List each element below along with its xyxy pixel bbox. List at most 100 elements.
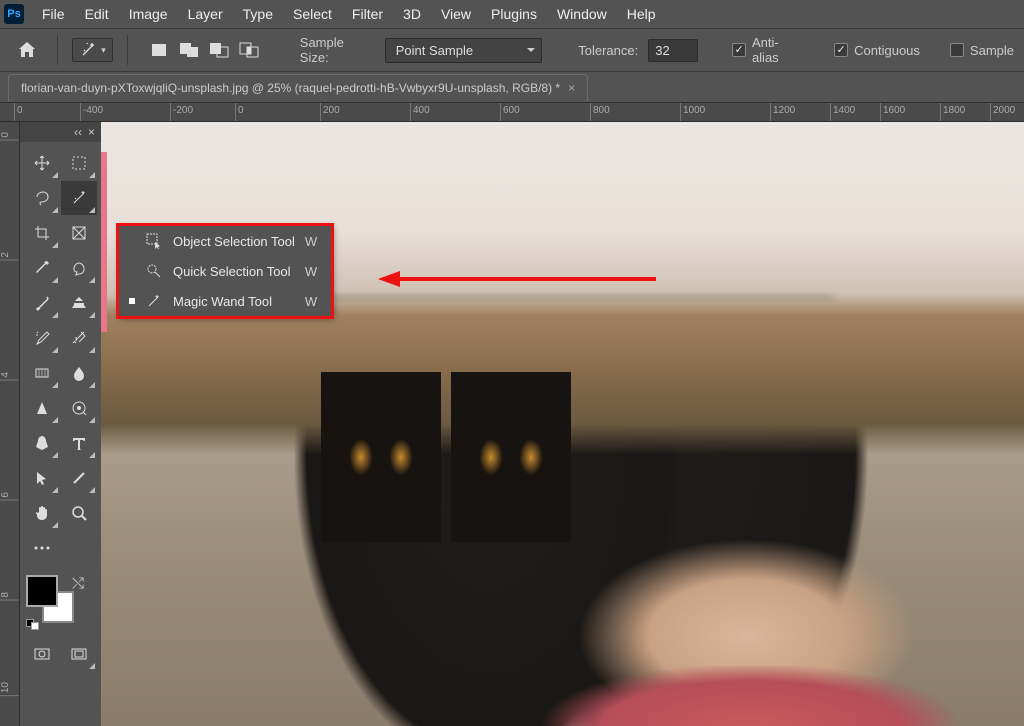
close-icon[interactable]: ×	[568, 81, 575, 95]
menu-3d[interactable]: 3D	[393, 2, 431, 26]
tool-brush[interactable]	[24, 286, 60, 320]
flyout-object-selection[interactable]: Object Selection Tool W	[119, 226, 331, 256]
flyout-shortcut: W	[305, 264, 317, 279]
quick-selection-icon	[145, 262, 163, 280]
tool-marquee[interactable]	[61, 146, 97, 180]
ruler-tick: 1800	[940, 103, 965, 121]
divider	[127, 35, 128, 65]
tolerance-input[interactable]	[648, 39, 698, 62]
workspace: 0 2 4 6 8 10 ‹‹ ×	[0, 122, 1024, 726]
ruler-tick: 0	[0, 132, 19, 141]
menu-select[interactable]: Select	[283, 2, 342, 26]
ruler-tick: 200	[320, 103, 340, 121]
foreground-color[interactable]	[26, 575, 58, 607]
tool-hand[interactable]	[24, 496, 60, 530]
menu-window[interactable]: Window	[547, 2, 617, 26]
menu-plugins[interactable]: Plugins	[481, 2, 547, 26]
sample-all-check[interactable]: Sample	[950, 43, 1014, 58]
tool-line[interactable]	[61, 461, 97, 495]
tool-magic-wand[interactable]	[61, 181, 97, 215]
ruler-tick: 4	[0, 372, 19, 381]
tools-panel-header: ‹‹ ×	[20, 122, 101, 142]
tool-lasso[interactable]	[24, 181, 60, 215]
collapse-icon[interactable]: ‹‹	[74, 125, 82, 139]
menu-file[interactable]: File	[32, 2, 75, 26]
tool-path-select[interactable]	[24, 461, 60, 495]
doc-tab-row: florian-van-duyn-pXToxwjqliQ-unsplash.jp…	[0, 72, 1024, 102]
swap-colors-icon[interactable]: ⤭	[72, 575, 84, 592]
contiguous-label: Contiguous	[854, 43, 920, 58]
canvas-area[interactable]	[101, 122, 1024, 726]
tool-screenmode[interactable]	[61, 637, 97, 671]
anti-alias-label: Anti-alias	[752, 35, 804, 65]
ruler-tick: 600	[500, 103, 520, 121]
active-tool-icon[interactable]: ▾	[72, 38, 113, 62]
ruler-tick: 0	[14, 103, 23, 121]
sample-all-label: Sample	[970, 43, 1014, 58]
ruler-tick: 2	[0, 252, 19, 261]
sample-size-value: Point Sample	[396, 43, 473, 58]
divider	[57, 35, 58, 65]
tool-gradient[interactable]	[24, 356, 60, 390]
menu-view[interactable]: View	[431, 2, 481, 26]
tool-dodge[interactable]	[24, 391, 60, 425]
anti-alias-check[interactable]: Anti-alias	[732, 35, 804, 65]
mode-add[interactable]	[178, 40, 200, 60]
sample-size-label: Sample Size:	[300, 35, 375, 65]
ruler-tick: 8	[0, 592, 19, 601]
tool-pen[interactable]	[61, 391, 97, 425]
tool-history-brush[interactable]	[24, 321, 60, 355]
tool-move[interactable]	[24, 146, 60, 180]
default-colors-icon[interactable]	[26, 619, 42, 627]
ruler-tick: -400	[80, 103, 103, 121]
mode-subtract[interactable]	[208, 40, 230, 60]
tool-blur[interactable]	[61, 356, 97, 390]
tool-crop[interactable]	[24, 216, 60, 250]
menu-filter[interactable]: Filter	[342, 2, 393, 26]
ruler-tick: 0	[235, 103, 244, 121]
contiguous-check[interactable]: Contiguous	[834, 43, 920, 58]
menu-edit[interactable]: Edit	[75, 2, 119, 26]
sample-size-select[interactable]: Point Sample	[385, 38, 542, 63]
magic-wand-icon	[145, 292, 163, 310]
color-swatches[interactable]: ⤭	[26, 575, 86, 627]
flyout-label: Object Selection Tool	[173, 234, 295, 249]
checkbox-icon	[834, 43, 848, 57]
tool-type[interactable]	[61, 426, 97, 460]
ruler-tick: -200	[170, 103, 193, 121]
menu-image[interactable]: Image	[119, 2, 178, 26]
tool-path[interactable]	[24, 426, 60, 460]
tool-eyedropper[interactable]	[24, 251, 60, 285]
tool-frame[interactable]	[61, 216, 97, 250]
ruler-tick: 400	[410, 103, 430, 121]
menu-type[interactable]: Type	[233, 2, 283, 26]
document-title: florian-van-duyn-pXToxwjqliQ-unsplash.jp…	[21, 81, 560, 95]
flyout-magic-wand[interactable]: Magic Wand Tool W	[119, 286, 331, 316]
tools-panel: ‹‹ ×	[20, 122, 101, 726]
flyout-shortcut: W	[305, 234, 317, 249]
tool-zoom[interactable]	[61, 496, 97, 530]
tool-clone-stamp[interactable]	[61, 286, 97, 320]
document-image	[101, 122, 1024, 726]
app-logo: Ps	[4, 4, 24, 24]
menu-bar: Ps File Edit Image Layer Type Select Fil…	[0, 0, 1024, 28]
tool-more[interactable]	[24, 531, 60, 565]
document-tab[interactable]: florian-van-duyn-pXToxwjqliQ-unsplash.jp…	[8, 74, 588, 102]
options-bar: ▾ Sample Size: Point Sample Tolerance: A…	[0, 28, 1024, 72]
tool-eraser[interactable]	[61, 321, 97, 355]
tool-patch[interactable]	[61, 251, 97, 285]
flyout-quick-selection[interactable]: Quick Selection Tool W	[119, 256, 331, 286]
checkbox-icon	[732, 43, 746, 57]
ruler-tick: 1000	[680, 103, 705, 121]
mode-intersect[interactable]	[238, 40, 260, 60]
object-selection-icon	[145, 232, 163, 250]
menu-help[interactable]: Help	[617, 2, 666, 26]
tolerance-label: Tolerance:	[578, 43, 638, 58]
close-icon[interactable]: ×	[88, 125, 95, 139]
mode-new[interactable]	[148, 40, 170, 60]
home-button[interactable]	[10, 35, 43, 65]
tool-flyout-menu: Object Selection Tool W Quick Selection …	[118, 225, 332, 317]
tool-quickmask[interactable]	[24, 637, 60, 671]
flyout-label: Magic Wand Tool	[173, 294, 272, 309]
menu-layer[interactable]: Layer	[178, 2, 233, 26]
